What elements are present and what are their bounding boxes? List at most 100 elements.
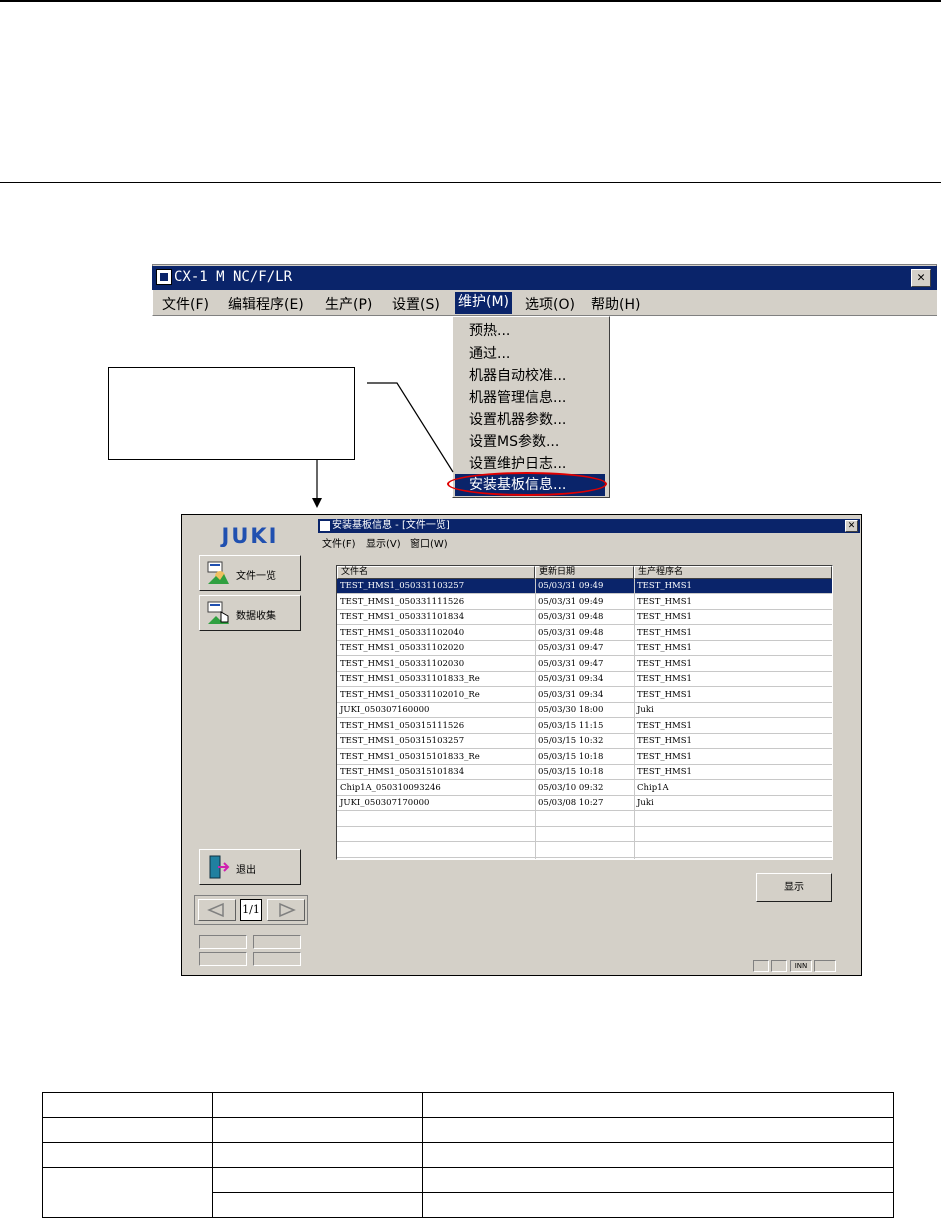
column-divider	[535, 579, 536, 859]
program-name-cell: TEST_HMS1	[637, 736, 692, 746]
update-date-cell: 05/03/10 09:32	[538, 782, 604, 793]
table-row[interactable]: TEST_HMS1_050331101834 05/03/31 09:48 TEST…	[337, 610, 832, 625]
update-date-cell: 05/03/30 18:00	[538, 705, 604, 715]
board-info-screen: JUKI 文件一览 数据收集 退出 1/1 安装基板信息 - [文件一览] ✕ …	[181, 514, 862, 976]
file-name-cell: TEST_HMS1_050331102020	[340, 643, 465, 653]
callout-arrows	[312, 382, 454, 508]
menu-file[interactable]: 文件(F)	[322, 535, 356, 550]
page-indicator: 1/1	[240, 899, 262, 921]
file-list-icon	[207, 561, 229, 584]
update-date-cell: 05/03/31 09:49	[538, 581, 604, 591]
file-name-cell: TEST_HMS1_050315101834	[340, 767, 465, 777]
table-cell	[42, 1167, 213, 1218]
update-date-cell: 05/03/31 09:49	[538, 596, 604, 607]
board-info-title: 安装基板信息 - [文件一览]	[332, 520, 450, 531]
data-collection-button[interactable]: 数据收集	[199, 595, 301, 631]
column-header-update-date[interactable]: 更新日期	[535, 566, 634, 579]
table-row[interactable]: TEST_HMS1_050331101833_Re 05/03/31 09:34 T…	[337, 672, 832, 687]
file-name-cell: TEST_HMS1_050331102040	[340, 627, 465, 638]
table-row[interactable]: TEST_HMS1_050315101834 05/03/15 10:18 TEST…	[337, 765, 832, 780]
update-date-cell: 05/03/15 10:18	[538, 767, 604, 777]
table-cell	[211, 1192, 423, 1218]
column-divider	[634, 579, 635, 859]
table-row[interactable]: Chip1A_050310093246 05/03/10 09:32 Chip1A	[337, 781, 832, 796]
table-row[interactable]: TEST_HMS1_050315101833_Re 05/03/15 10:18 T…	[337, 750, 832, 765]
table-cell	[421, 1192, 895, 1218]
update-date-cell: 05/03/31 09:48	[538, 627, 604, 638]
menu-window[interactable]: 窗口(W)	[410, 535, 448, 550]
file-name-cell: TEST_HMS1_050331102030	[340, 658, 465, 669]
table-cell	[42, 1117, 213, 1143]
exit-button[interactable]: 退出	[199, 849, 301, 885]
update-date-cell: 05/03/15 11:15	[538, 720, 604, 731]
exit-door-icon	[209, 855, 230, 879]
table-row[interactable]: JUKI_050307170000 05/03/08 10:27 Juki	[337, 796, 832, 811]
next-page-button[interactable]	[267, 899, 305, 921]
table-row[interactable]: TEST_HMS1_050331102040 05/03/31 09:48 TEST…	[337, 626, 832, 641]
status-cell	[771, 960, 787, 972]
table-row[interactable]	[337, 827, 832, 842]
file-name-cell: JUKI_050307160000	[340, 705, 430, 715]
document-icon	[320, 521, 330, 531]
file-list[interactable]: 文件名 更新日期 生产程序名 TEST_HMS1_050331103257 05/…	[336, 565, 833, 860]
program-name-cell: TEST_HMS1	[637, 751, 692, 762]
file-name-cell: TEST_HMS1_050315111526	[340, 720, 465, 731]
update-date-cell: 05/03/15 10:18	[538, 751, 604, 762]
program-name-cell: TEST_HMS1	[637, 612, 692, 622]
table-row[interactable]: TEST_HMS1_050315111526 05/03/15 11:15 TEST…	[337, 719, 832, 734]
file-name-cell: JUKI_050307170000	[340, 798, 430, 808]
table-row[interactable]: TEST_HMS1_050331102030 05/03/31 09:47 TEST…	[337, 657, 832, 672]
status-bar: INN	[318, 959, 860, 973]
table-cell	[421, 1092, 895, 1118]
program-name-cell: Chip1A	[637, 782, 669, 793]
left-arrow-icon	[207, 902, 224, 918]
board-info-title-bar: 安装基板信息 - [文件一览] ✕	[318, 519, 860, 533]
status-cell	[253, 952, 301, 966]
file-list-button[interactable]: 文件一览	[199, 555, 301, 591]
table-row[interactable]: TEST_HMS1_050331111526 05/03/31 09:49 TEST…	[337, 595, 832, 610]
column-header-filename[interactable]: 文件名	[337, 566, 535, 579]
close-icon[interactable]: ✕	[845, 520, 858, 532]
table-row[interactable]: TEST_HMS1_050331103257 05/03/31 09:49 TEST…	[337, 579, 832, 594]
file-name-cell: TEST_HMS1_050331101834	[340, 612, 465, 622]
update-date-cell: 05/03/31 09:34	[538, 674, 604, 684]
table-cell	[211, 1092, 423, 1118]
column-header-program-name[interactable]: 生产程序名	[634, 566, 832, 579]
table-row[interactable]	[337, 812, 832, 827]
status-cell	[253, 935, 301, 949]
prev-page-button[interactable]	[198, 899, 236, 921]
table-row[interactable]: TEST_HMS1_050331102020 05/03/31 09:47 TEST…	[337, 641, 832, 656]
program-name-cell: TEST_HMS1	[637, 658, 692, 669]
menu-view[interactable]: 显示(V)	[366, 535, 401, 550]
status-cell	[753, 960, 769, 972]
show-button[interactable]: 显示	[756, 873, 832, 902]
program-name-cell: TEST_HMS1	[637, 720, 692, 731]
status-cell	[199, 935, 247, 949]
side-panel: JUKI 文件一览 数据收集 退出 1/1	[182, 515, 318, 975]
pager: 1/1	[194, 895, 308, 925]
program-name-cell: TEST_HMS1	[637, 767, 692, 777]
update-date-cell: 05/03/31 09:48	[538, 612, 604, 622]
file-name-cell: TEST_HMS1_050315101833_Re	[340, 751, 480, 762]
program-name-cell: Juki	[637, 798, 654, 808]
file-name-cell: TEST_HMS1_050331101833_Re	[340, 674, 480, 684]
update-date-cell: 05/03/31 09:47	[538, 643, 604, 653]
update-date-cell: 05/03/31 09:47	[538, 658, 604, 669]
file-name-cell: TEST_HMS1_050331111526	[340, 596, 465, 607]
update-date-cell: 05/03/31 09:34	[538, 689, 604, 700]
table-row[interactable]: TEST_HMS1_050315103257 05/03/15 10:32 TEST…	[337, 734, 832, 749]
file-name-cell: TEST_HMS1_050315103257	[340, 736, 465, 746]
table-cell	[211, 1167, 423, 1193]
table-cell	[42, 1142, 213, 1168]
table-row[interactable]: TEST_HMS1_050331102010_Re 05/03/31 09:34 T…	[337, 688, 832, 703]
program-name-cell: TEST_HMS1	[637, 581, 692, 591]
board-info-menu-bar: 文件(F) 显示(V) 窗口(W)	[318, 533, 860, 550]
table-row[interactable]: JUKI_050307160000 05/03/30 18:00 Juki	[337, 703, 832, 718]
board-info-window: 安装基板信息 - [文件一览] ✕ 文件(F) 显示(V) 窗口(W) 文件名 …	[318, 519, 860, 974]
table-row[interactable]	[337, 843, 832, 858]
file-name-cell: TEST_HMS1_050331102010_Re	[340, 689, 480, 700]
program-name-cell: TEST_HMS1	[637, 596, 692, 607]
status-indicator: INN	[790, 960, 812, 972]
program-name-cell: TEST_HMS1	[637, 643, 692, 653]
file-name-cell: TEST_HMS1_050331103257	[340, 581, 465, 591]
